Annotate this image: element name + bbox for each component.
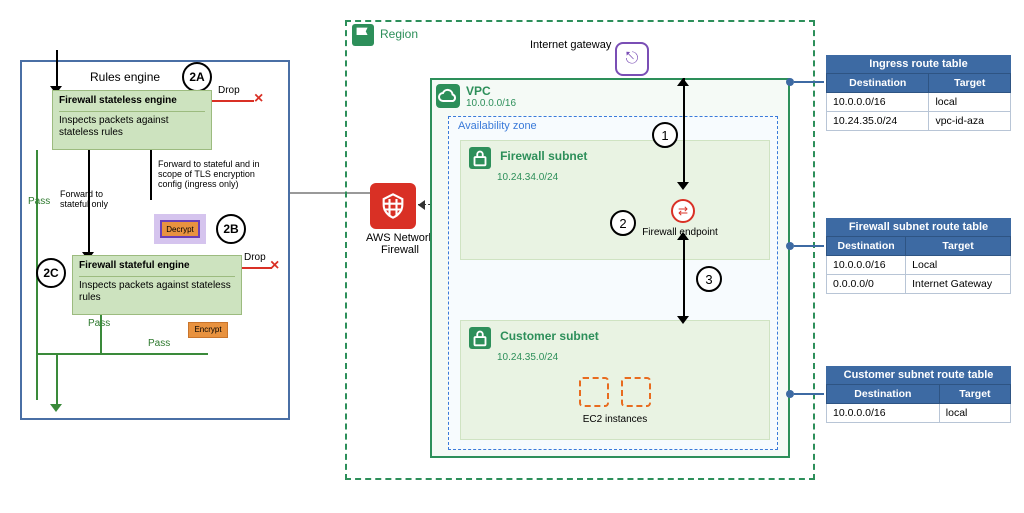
cust-subnet-label: Customer subnet: [500, 329, 599, 343]
encrypt-box: Encrypt: [188, 322, 228, 338]
ec2-icon: [621, 377, 651, 407]
fwd-stateful-label: Forward to stateful only: [60, 190, 110, 210]
stateless-engine-box: Firewall stateless engine Inspects packe…: [52, 90, 212, 150]
lock-icon: [469, 327, 491, 349]
arrowhead-up-icon: [677, 78, 689, 86]
arrow-entry: [56, 50, 58, 90]
fw-subnet-cidr: 10.24.34.0/24: [497, 172, 761, 183]
stateful-title: Firewall stateful engine: [79, 260, 235, 273]
az-label: Availability zone: [458, 120, 537, 132]
firewall-endpoint-icon: ⇄: [671, 199, 695, 223]
region-flag-icon: [352, 24, 374, 46]
flow-line-1: [683, 78, 685, 186]
firewall-subnet-box: Firewall subnet 10.24.34.0/24 ⇄ Firewall…: [460, 140, 770, 260]
cell: local: [929, 93, 1011, 112]
callout-2a: 2A: [182, 62, 212, 92]
customer-route-table: Customer subnet route table DestinationT…: [826, 366, 1011, 423]
cell: Internet Gateway: [906, 275, 1011, 294]
connector-line: [794, 81, 824, 83]
col-dest: Destination: [827, 237, 906, 256]
stateful-desc: Inspects packets against stateless rules: [79, 280, 235, 305]
stateful-engine-box: Firewall stateful engine Inspects packet…: [72, 255, 242, 315]
connector-dot: [786, 390, 794, 398]
stateless-title: Firewall stateless engine: [59, 95, 205, 108]
arrowhead-down-icon: [677, 316, 689, 324]
callout-2b: 2B: [216, 214, 246, 244]
arrowhead-down-icon: [677, 182, 689, 190]
rt-title: Customer subnet route table: [826, 366, 1011, 384]
drop-label-2: Drop: [244, 252, 266, 263]
step-1-badge: 1: [652, 122, 678, 148]
ec2-label: EC2 instances: [461, 414, 769, 425]
lock-icon: [469, 147, 491, 169]
callout-2c: 2C: [36, 258, 66, 288]
drop-label: Drop: [218, 85, 240, 96]
rules-engine-title: Rules engine: [90, 70, 160, 84]
cell: Local: [906, 256, 1011, 275]
cell: 10.24.35.0/24: [827, 112, 929, 131]
decrypt-box: Decrypt: [160, 220, 200, 238]
igw-label: Internet gateway: [530, 39, 611, 51]
col-target: Target: [906, 237, 1011, 256]
pass-line-2: [100, 315, 102, 355]
cell: 0.0.0.0/0: [827, 275, 906, 294]
customer-subnet-box: Customer subnet 10.24.35.0/24 EC2 instan…: [460, 320, 770, 440]
stateless-desc: Inspects packets against stateless rules: [59, 115, 205, 140]
ec2-icon: [579, 377, 609, 407]
pass-label-3: Pass: [148, 338, 170, 349]
cell: 10.0.0.0/16: [827, 256, 906, 275]
firewall-route-table: Firewall subnet route table DestinationT…: [826, 218, 1011, 294]
pass-merge-line: [36, 353, 208, 355]
cust-subnet-cidr: 10.24.35.0/24: [497, 352, 761, 363]
fwd-tls-label: Forward to stateful and in scope of TLS …: [158, 160, 270, 190]
vpc-cloud-icon: [436, 84, 460, 108]
drop-x-icon: ×: [254, 90, 263, 108]
vpc-cidr: 10.0.0.0/16: [466, 98, 516, 109]
col-target: Target: [929, 74, 1011, 93]
drop-line-2: [242, 267, 272, 269]
rt-title: Ingress route table: [826, 55, 1011, 73]
col-dest: Destination: [827, 74, 929, 93]
step-3-badge: 3: [696, 266, 722, 292]
connector-dot: [786, 78, 794, 86]
region-label: Region: [380, 27, 418, 41]
connector-line: [794, 393, 824, 395]
cell: 10.0.0.0/16: [827, 93, 929, 112]
arrowhead-exit-icon: [50, 404, 62, 412]
ingress-route-table: Ingress route table DestinationTarget 10…: [826, 55, 1011, 131]
cell: 10.0.0.0/16: [827, 404, 940, 423]
step-2-badge: 2: [610, 210, 636, 236]
flow-line-3: [683, 234, 685, 320]
fw-subnet-label: Firewall subnet: [500, 149, 587, 163]
drop-x-icon-2: ×: [270, 257, 279, 275]
arrowhead-up-icon: [677, 232, 689, 240]
col-dest: Destination: [827, 385, 940, 404]
connector-dot: [786, 242, 794, 250]
exit-line: [56, 355, 58, 407]
drop-line: [212, 100, 254, 102]
fwd-line-2: [150, 150, 152, 200]
connector-line: [794, 245, 824, 247]
pass-label-1: Pass: [28, 196, 50, 207]
vpc-label: VPC: [466, 84, 491, 98]
internet-gateway-icon: ⎋: [615, 42, 649, 76]
cell: vpc-id-aza: [929, 112, 1011, 131]
rt-title: Firewall subnet route table: [826, 218, 1011, 236]
cell: local: [939, 404, 1010, 423]
col-target: Target: [939, 385, 1010, 404]
